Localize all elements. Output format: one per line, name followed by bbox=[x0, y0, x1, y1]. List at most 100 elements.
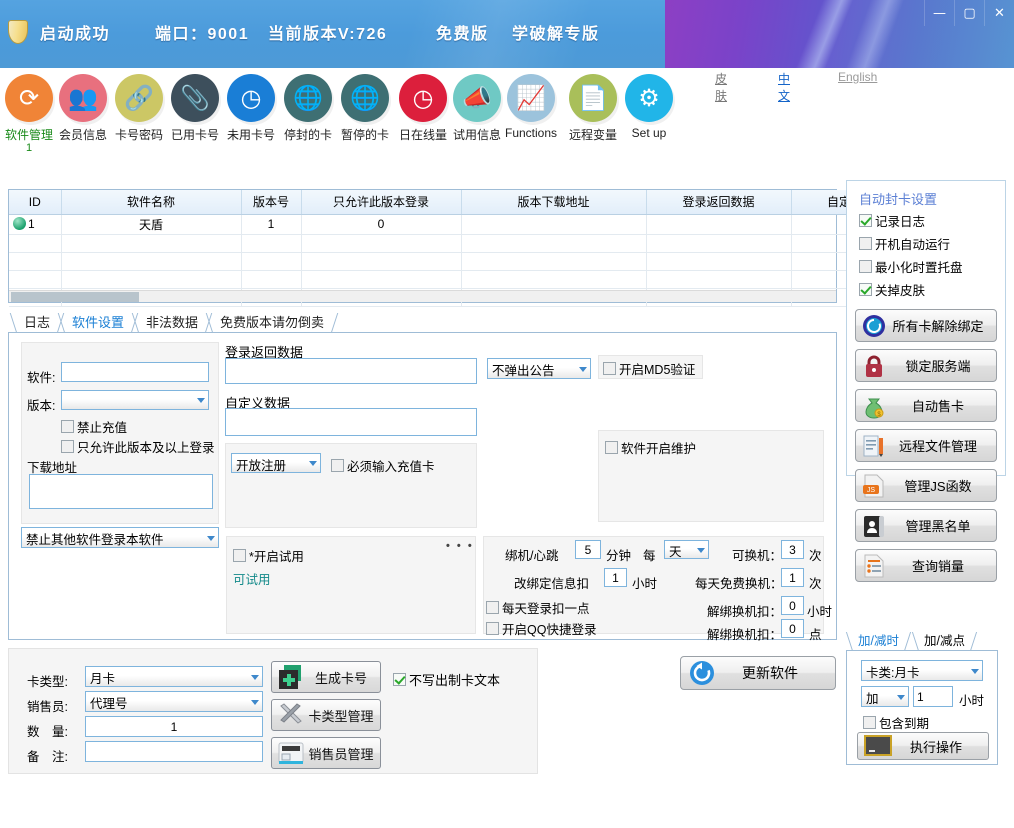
chevron-down-icon bbox=[697, 547, 705, 553]
tab-3[interactable]: 非法数据 bbox=[131, 313, 213, 333]
seller-manage-button[interactable]: 销售员管理 bbox=[271, 737, 381, 769]
checkbox-include-expired[interactable]: 包含到期 bbox=[863, 713, 929, 732]
tab-2[interactable]: 软件设置 bbox=[57, 313, 139, 333]
globe-icon: 🌐 bbox=[341, 74, 389, 122]
trial-status-text: 可试用 bbox=[233, 573, 271, 587]
checkbox-md5[interactable]: 开启MD5验证 bbox=[603, 359, 695, 378]
checkbox-qq-login[interactable]: 开启QQ快捷登录 bbox=[486, 619, 596, 638]
toolbar-item-12[interactable]: ⚙ Set up bbox=[622, 74, 676, 140]
clock-icon: ◷ bbox=[399, 74, 447, 122]
paperclip-icon: 📎 bbox=[171, 74, 219, 122]
maximize-button[interactable]: ▢ bbox=[954, 0, 984, 26]
sidebar-button-6[interactable]: 管理黑名单 bbox=[855, 509, 997, 542]
unbind-point-input[interactable] bbox=[781, 619, 804, 638]
login-return-input[interactable] bbox=[225, 358, 477, 384]
table-horizontal-scrollbar[interactable] bbox=[9, 290, 836, 302]
more-options-dots[interactable]: • • • bbox=[446, 540, 474, 552]
rebind-input[interactable] bbox=[604, 568, 627, 587]
sidebar-button-5[interactable]: JS 管理JS函数 bbox=[855, 469, 997, 502]
toolbar-item-9[interactable]: 📣 试用信息 bbox=[450, 74, 504, 143]
sidebar-button-1[interactable]: 所有卡解除绑定 bbox=[855, 309, 997, 342]
checkbox-daily-deduct[interactable]: 每天登录扣一点 bbox=[486, 598, 590, 617]
button-label: 远程文件管理 bbox=[898, 439, 977, 454]
sidebar-checkbox-2[interactable]: 开机自动运行 bbox=[859, 234, 950, 253]
toolbar-item-label: 日在线量 bbox=[398, 128, 447, 142]
heartbeat-minutes-input[interactable] bbox=[575, 540, 601, 559]
toolbar-item-4[interactable]: 📎 已用卡号 bbox=[168, 74, 222, 143]
tab-1[interactable]: 日志 bbox=[9, 313, 65, 333]
note-label: 备 注: bbox=[27, 750, 68, 764]
toolbar-item-5[interactable]: ◷ 未用卡号 bbox=[224, 74, 278, 143]
toolbar-item-11[interactable]: 📄 远程变量 bbox=[566, 74, 620, 143]
sidebar-button-2[interactable]: 锁定服务端 bbox=[855, 349, 997, 382]
table-column-header[interactable]: ID bbox=[9, 190, 62, 215]
sidebar-checkbox-3[interactable]: 最小化时置托盘 bbox=[859, 257, 963, 276]
sidebar-checkbox-1[interactable]: 记录日志 bbox=[859, 211, 925, 230]
execute-operation-button[interactable]: 执行操作 bbox=[857, 732, 989, 760]
link-1[interactable]: 皮肤 bbox=[715, 70, 727, 104]
card-class-select[interactable]: 卡类:月卡 bbox=[861, 660, 983, 681]
toolbar-item-label: Set up bbox=[631, 126, 667, 140]
forbid-other-software-select[interactable]: 禁止其他软件登录本软件 bbox=[21, 527, 219, 548]
tab-4[interactable]: 免费版本请勿倒卖 bbox=[205, 313, 339, 333]
table-row[interactable]: 1 天盾 1 0 bbox=[9, 214, 912, 235]
version-select[interactable] bbox=[61, 390, 209, 410]
toolbar-item-2[interactable]: 👥 会员信息 bbox=[56, 74, 110, 143]
register-select[interactable]: 开放注册 bbox=[231, 453, 321, 473]
note-input[interactable] bbox=[85, 741, 263, 762]
software-input[interactable] bbox=[61, 362, 209, 382]
checkbox-trial[interactable]: *开启试用 bbox=[233, 546, 304, 565]
seller-select[interactable]: 代理号 bbox=[85, 691, 263, 712]
toolbar-item-label: 远程变量 bbox=[568, 128, 617, 142]
addtime-tab-1[interactable]: 加/减时 bbox=[845, 632, 912, 651]
addtime-tab-2[interactable]: 加/减点 bbox=[911, 632, 978, 651]
every-period-select[interactable]: 天 bbox=[664, 540, 709, 559]
link-3[interactable]: English bbox=[838, 70, 877, 84]
checkbox-must-recharge[interactable]: 必须输入充值卡 bbox=[331, 456, 435, 475]
scrollbar-thumb[interactable] bbox=[11, 292, 139, 302]
toolbar-item-badge: 1 bbox=[25, 142, 33, 154]
custom-data-input[interactable] bbox=[225, 408, 477, 436]
table-column-header[interactable]: 版本下载地址 bbox=[461, 190, 647, 215]
seller-label: 销售员: bbox=[27, 700, 68, 714]
unbind-hour-input[interactable] bbox=[781, 596, 804, 615]
sidebar-button-4[interactable]: 远程文件管理 bbox=[855, 429, 997, 462]
operation-select[interactable]: 加 bbox=[861, 686, 909, 707]
table-column-header[interactable]: 版本号 bbox=[241, 190, 302, 215]
toolbar-item-label: 会员信息 bbox=[58, 128, 107, 142]
minimize-button[interactable]: — bbox=[924, 0, 954, 26]
sidebar-checkbox-4[interactable]: 关掉皮肤 bbox=[859, 280, 925, 299]
quantity-input[interactable] bbox=[85, 716, 263, 737]
changeable-input[interactable] bbox=[781, 540, 804, 559]
free-change-input[interactable] bbox=[781, 568, 804, 587]
checkbox-only-this-version-up[interactable]: 只允许此版本及以上登录 bbox=[61, 437, 215, 456]
table-column-header[interactable]: 软件名称 bbox=[61, 190, 242, 215]
link-2[interactable]: 中文 bbox=[778, 70, 790, 104]
card-type-manage-button[interactable]: 卡类型管理 bbox=[271, 699, 381, 731]
toolbar-item-6[interactable]: 🌐 停封的卡 bbox=[281, 74, 335, 143]
toolbar-item-1[interactable]: ⟳ 软件管理 1 bbox=[2, 74, 56, 154]
close-button[interactable]: ✕ bbox=[984, 0, 1014, 26]
sidebar-button-3[interactable]: $ 自动售卡 bbox=[855, 389, 997, 422]
version-text: 当前版本V:726 bbox=[268, 26, 388, 43]
sidebar-button-7[interactable]: 查询销量 bbox=[855, 549, 997, 582]
download-url-input[interactable] bbox=[29, 474, 213, 509]
software-table[interactable]: ID软件名称版本号只允许此版本登录版本下载地址登录返回数据自定义数 1天盾10 bbox=[8, 189, 912, 307]
checkbox-no-card-text-output[interactable]: 不写出制卡文本 bbox=[393, 670, 500, 689]
toolbar-item-label: 停封的卡 bbox=[283, 128, 332, 142]
toolbar-item-10[interactable]: 📈 Functions bbox=[504, 74, 558, 140]
table-column-header[interactable]: 只允许此版本登录 bbox=[301, 190, 462, 215]
generate-card-button[interactable]: 生成卡号 bbox=[271, 661, 381, 693]
card-type-select[interactable]: 月卡 bbox=[85, 666, 263, 687]
every-label: 每 bbox=[643, 549, 656, 563]
checkbox-no-recharge[interactable]: 禁止充值 bbox=[61, 417, 127, 436]
toolbar-item-8[interactable]: ◷ 日在线量 bbox=[396, 74, 450, 143]
table-column-header[interactable]: 登录返回数据 bbox=[646, 190, 792, 215]
cell-url bbox=[461, 214, 647, 235]
announcement-select[interactable]: 不弹出公告 bbox=[487, 358, 591, 379]
toolbar-item-3[interactable]: 🔗 卡号密码 bbox=[112, 74, 166, 143]
update-software-button[interactable]: 更新软件 bbox=[680, 656, 836, 690]
toolbar-item-7[interactable]: 🌐 暂停的卡 bbox=[338, 74, 392, 143]
amount-input[interactable] bbox=[913, 686, 953, 707]
checkbox-maintenance[interactable]: 软件开启维护 bbox=[605, 438, 696, 457]
